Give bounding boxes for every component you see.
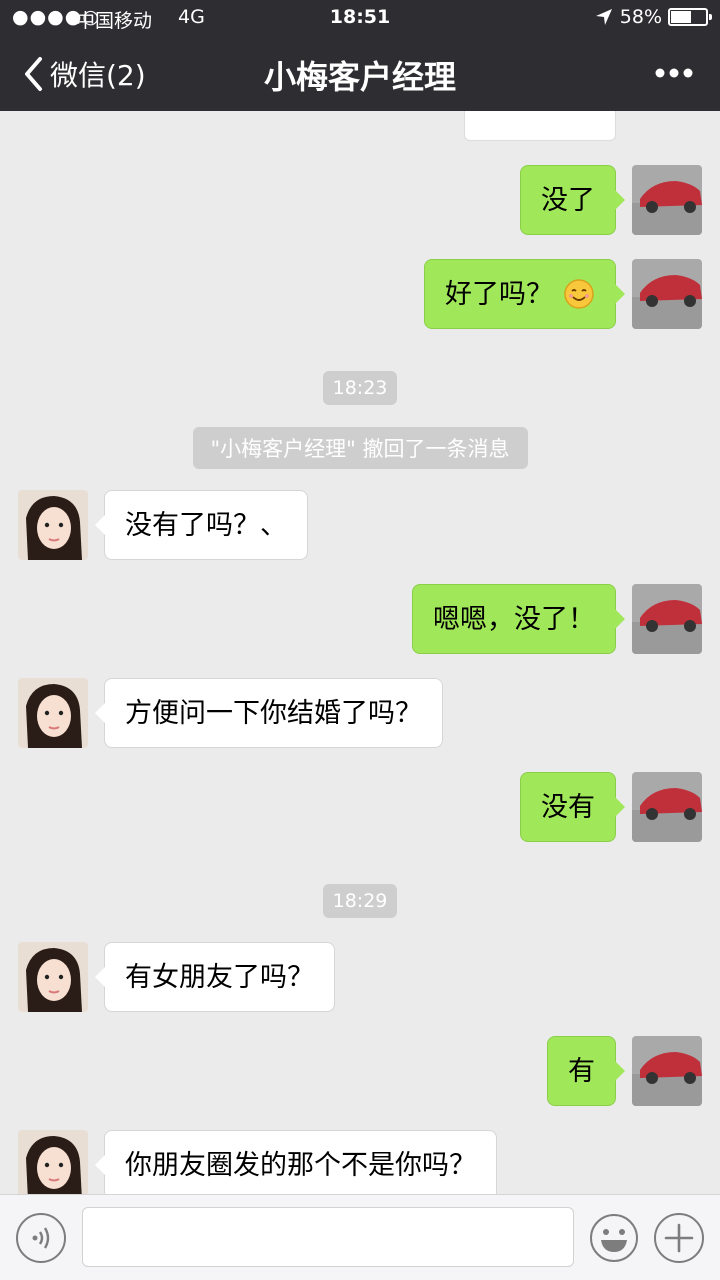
- voice-icon: [32, 1227, 50, 1249]
- contact-avatar[interactable]: [18, 942, 88, 1012]
- message-bubble[interactable]: 你朋友圈发的那个不是你吗？: [95, 1130, 497, 1194]
- my-avatar[interactable]: [632, 584, 702, 654]
- my-avatar[interactable]: [632, 165, 702, 235]
- nav-bar: 微信(2) 小梅客户经理: [0, 36, 720, 111]
- contact-avatar[interactable]: [18, 1130, 88, 1194]
- message-bubble[interactable]: 没有: [520, 772, 625, 842]
- smiling-face-emoji-icon: [564, 278, 594, 309]
- message-bubble[interactable]: 嗯嗯，没了！: [412, 584, 625, 654]
- timestamp: 18:23: [0, 371, 720, 405]
- voice-button[interactable]: [16, 1213, 66, 1263]
- recall-notice-text: "小梅客户经理" 撤回了一条消息: [192, 427, 528, 469]
- message-bubble[interactable]: 没了: [520, 165, 625, 235]
- message-received: 方便问一下你结婚了吗？: [0, 678, 720, 748]
- message-bubble[interactable]: 有女朋友了吗？: [95, 942, 335, 1012]
- input-bar: [0, 1194, 720, 1280]
- top-bar: ●●●●○ 中国移动 4G 18:51 58% 微信(2) 小梅客户经理: [0, 0, 720, 111]
- add-button[interactable]: [654, 1213, 704, 1263]
- system-notice: "小梅客户经理" 撤回了一条消息: [0, 427, 720, 469]
- message-bubble[interactable]: 没有了吗？、: [95, 490, 308, 560]
- emoji-icon: [590, 1214, 638, 1262]
- message-sent: 好了吗？: [0, 259, 720, 329]
- partial-message-bubble: [464, 111, 616, 141]
- more-options-icon[interactable]: [654, 58, 694, 88]
- chat-area[interactable]: 没了 好了吗？ 18:23 "小梅客户经理" 撤回了一条消息 没有了吗？、 嗯嗯…: [0, 111, 720, 1194]
- message-sent: 没有: [0, 772, 720, 842]
- timestamp: 18:29: [0, 884, 720, 918]
- message-sent: 没了: [0, 165, 720, 235]
- my-avatar[interactable]: [632, 259, 702, 329]
- my-avatar[interactable]: [632, 1036, 702, 1106]
- status-bar: ●●●●○ 中国移动 4G 18:51 58%: [0, 0, 720, 36]
- battery-icon: [668, 8, 712, 26]
- message-received: 没有了吗？、: [0, 490, 720, 560]
- message-received: 你朋友圈发的那个不是你吗？: [0, 1130, 720, 1194]
- message-input[interactable]: [82, 1207, 574, 1267]
- message-text: 好了吗？: [445, 279, 553, 310]
- message-sent: 有: [0, 1036, 720, 1106]
- battery-fill: [671, 11, 691, 23]
- plus-icon: [664, 1223, 694, 1253]
- emoji-button[interactable]: [589, 1213, 639, 1263]
- contact-avatar[interactable]: [18, 678, 88, 748]
- battery-percent: 58%: [619, 6, 662, 28]
- chat-title: 小梅客户经理: [263, 58, 456, 96]
- timestamp-label: 18:29: [322, 884, 398, 918]
- message-bubble[interactable]: 好了吗？: [424, 259, 625, 329]
- my-avatar[interactable]: [632, 772, 702, 842]
- message-sent: 嗯嗯，没了！: [0, 584, 720, 654]
- message-bubble[interactable]: 有: [547, 1036, 625, 1106]
- message-received: 有女朋友了吗？: [0, 942, 720, 1012]
- contact-avatar[interactable]: [18, 490, 88, 560]
- location-arrow-icon: [595, 9, 612, 25]
- timestamp-label: 18:23: [322, 371, 398, 405]
- battery-status: 58%: [594, 6, 712, 28]
- message-bubble[interactable]: 方便问一下你结婚了吗？: [95, 678, 443, 748]
